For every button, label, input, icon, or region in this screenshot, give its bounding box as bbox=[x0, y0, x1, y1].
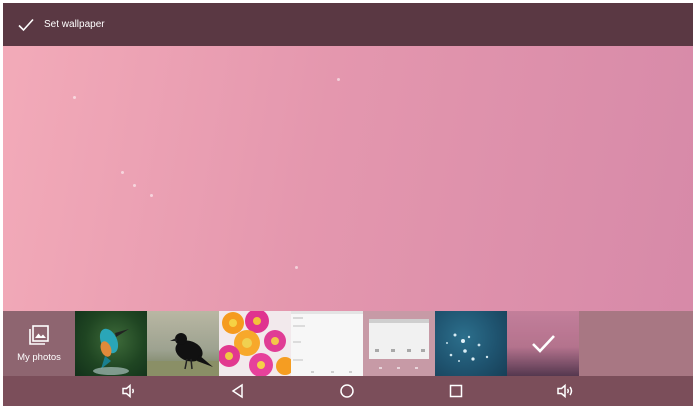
recents-button[interactable] bbox=[446, 381, 466, 401]
wallpaper-preview bbox=[3, 46, 693, 311]
kingfisher-image bbox=[87, 315, 129, 375]
wallpaper-speck bbox=[121, 171, 124, 174]
my-photos-label: My photos bbox=[17, 352, 61, 363]
pink-flowers-image bbox=[219, 311, 291, 376]
check-icon bbox=[18, 18, 34, 31]
home-button[interactable] bbox=[337, 381, 357, 401]
back-icon bbox=[231, 383, 243, 399]
crow-image bbox=[147, 333, 219, 376]
selected-check-icon bbox=[532, 335, 555, 353]
action-bar: Set wallpaper bbox=[3, 3, 693, 46]
wallpaper-thumbnail-strip: My photos bbox=[3, 311, 693, 376]
volume-down-icon bbox=[122, 383, 134, 399]
thumb-white-screen[interactable] bbox=[291, 311, 363, 376]
home-icon bbox=[340, 384, 354, 398]
thumb-screenshot[interactable] bbox=[363, 311, 435, 376]
my-photos-button[interactable]: My photos bbox=[3, 311, 75, 376]
thumb-crow[interactable] bbox=[147, 311, 219, 376]
blue-splash-image bbox=[446, 333, 489, 362]
wallpaper-speck bbox=[337, 78, 340, 81]
photo-gallery-icon bbox=[29, 325, 49, 345]
thumb-pink-flowers[interactable] bbox=[219, 311, 291, 376]
volume-up-icon bbox=[557, 383, 573, 399]
set-wallpaper-label: Set wallpaper bbox=[44, 19, 105, 30]
wallpaper-speck bbox=[150, 194, 153, 197]
wallpaper-picker-screen: Set wallpaper My photos bbox=[3, 3, 693, 406]
wallpaper-speck bbox=[133, 184, 136, 187]
screenshot-image bbox=[369, 319, 429, 369]
white-screen-image bbox=[291, 311, 363, 373]
thumb-kingfisher[interactable] bbox=[75, 311, 147, 376]
wallpaper-speck bbox=[295, 266, 298, 269]
back-button[interactable] bbox=[228, 381, 248, 401]
recents-icon bbox=[449, 384, 463, 398]
thumb-pink-gradient[interactable] bbox=[507, 311, 579, 376]
set-wallpaper-button[interactable]: Set wallpaper bbox=[3, 3, 117, 46]
wallpaper-speck bbox=[73, 96, 76, 99]
navigation-bar bbox=[3, 376, 693, 406]
volume-up-button[interactable] bbox=[555, 381, 575, 401]
volume-down-button[interactable] bbox=[119, 381, 139, 401]
thumb-blue-splash[interactable] bbox=[435, 311, 507, 376]
